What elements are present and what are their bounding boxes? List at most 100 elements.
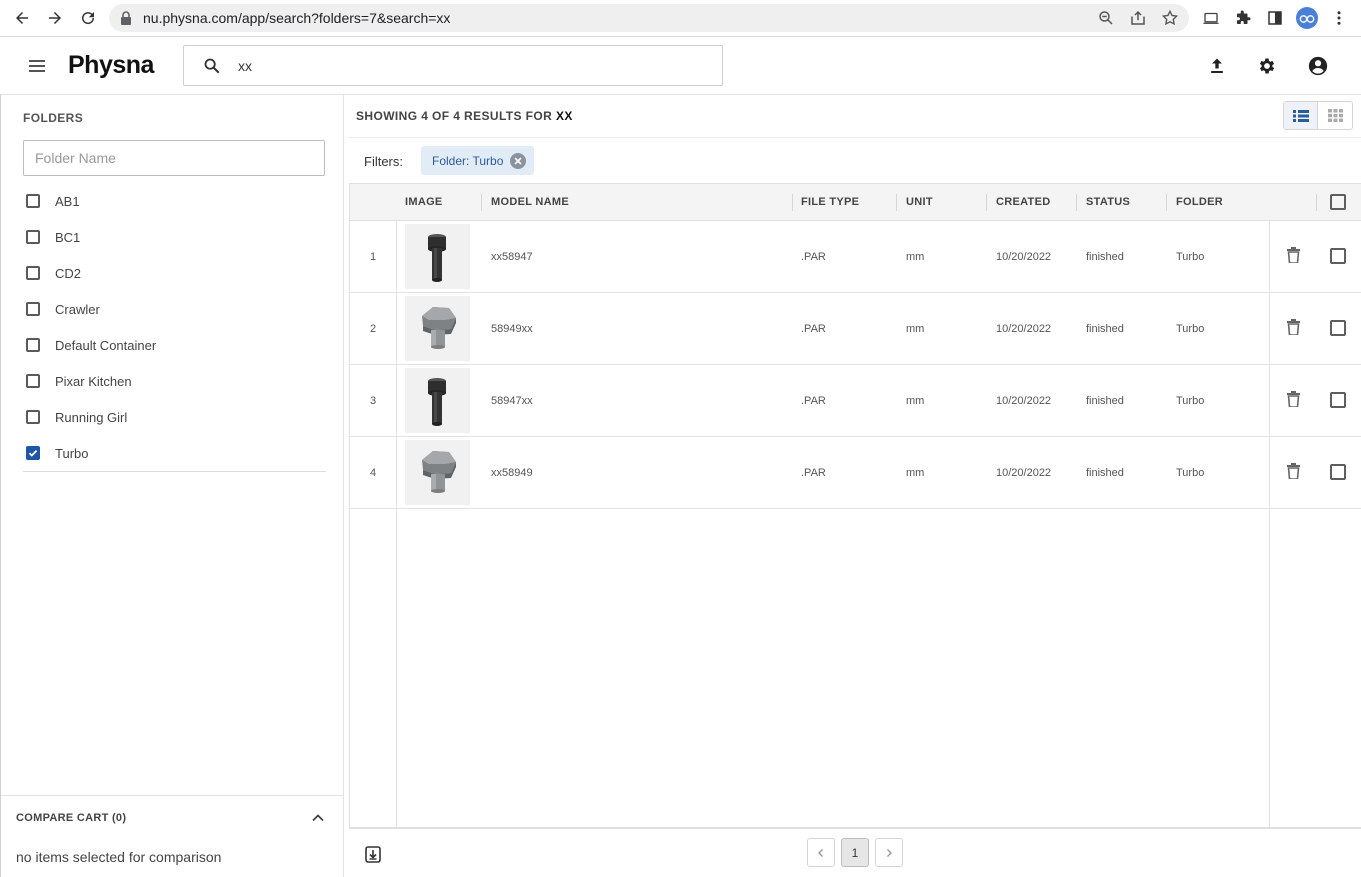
results-summary: SHOWING 4 OF 4 RESULTS FOR XX xyxy=(356,109,573,123)
row-index: 2 xyxy=(369,323,377,335)
folder-item-running-girl[interactable]: Running Girl xyxy=(23,399,326,435)
table-row[interactable]: 4 xx58949 .PAR mm 10/20/2022 finished Tu… xyxy=(350,437,1361,509)
reload-icon[interactable] xyxy=(76,7,100,29)
zoom-icon[interactable] xyxy=(1097,9,1115,27)
folder-checkbox-checked[interactable] xyxy=(26,446,40,460)
column-header-file-type[interactable]: FILE TYPE xyxy=(801,196,859,208)
model-name[interactable]: 58949xx xyxy=(491,323,533,335)
back-icon[interactable] xyxy=(10,7,34,29)
list-view-icon[interactable] xyxy=(1284,102,1319,129)
folder-item-cd2[interactable]: CD2 xyxy=(23,255,326,291)
delete-trash-icon[interactable] xyxy=(1287,319,1300,335)
row-select-checkbox[interactable] xyxy=(1330,392,1346,408)
model-thumbnail[interactable] xyxy=(405,224,470,289)
next-page-button[interactable] xyxy=(875,838,903,867)
file-type: .PAR xyxy=(801,395,826,407)
delete-trash-icon[interactable] xyxy=(1287,247,1300,263)
model-name[interactable]: xx58949 xyxy=(491,467,533,479)
delete-trash-icon[interactable] xyxy=(1287,463,1300,479)
status: finished xyxy=(1086,323,1124,335)
folder-item-turbo[interactable]: Turbo xyxy=(23,435,326,471)
search-input[interactable] xyxy=(238,56,698,76)
folder-item-pixar-kitchen[interactable]: Pixar Kitchen xyxy=(23,363,326,399)
results-summary-text: SHOWING 4 OF 4 RESULTS FOR xyxy=(356,109,553,123)
folder-checkbox[interactable] xyxy=(26,338,40,352)
folder-checkbox[interactable] xyxy=(26,266,40,280)
chevron-up-icon[interactable] xyxy=(310,810,326,826)
column-header-unit[interactable]: UNIT xyxy=(906,196,933,208)
remove-filter-icon[interactable] xyxy=(510,152,527,169)
account-circle-icon[interactable] xyxy=(1306,54,1330,78)
row-index: 3 xyxy=(369,395,377,407)
compare-cart-message: no items selected for comparison xyxy=(16,849,222,865)
folder-checkbox[interactable] xyxy=(26,194,40,208)
hamburger-menu-icon[interactable] xyxy=(25,54,49,78)
physna-logo[interactable]: Physna xyxy=(68,51,154,80)
unit: mm xyxy=(906,395,925,407)
folder-checkbox[interactable] xyxy=(26,410,40,424)
filters-label: Filters: xyxy=(364,154,403,169)
bolt-dark-icon xyxy=(428,234,446,282)
model-name[interactable]: 58947xx xyxy=(491,395,533,407)
search-box[interactable] xyxy=(183,45,723,86)
table-row[interactable]: 2 58949xx .PAR mm 10/20/2022 finished Tu… xyxy=(350,293,1361,365)
view-toggle xyxy=(1283,101,1353,130)
pagination-bar: 1 xyxy=(349,828,1361,877)
folder-checkbox[interactable] xyxy=(26,302,40,316)
model-thumbnail[interactable] xyxy=(405,296,470,361)
row-select-checkbox[interactable] xyxy=(1330,464,1346,480)
profile-avatar-icon[interactable] xyxy=(1296,7,1318,29)
status: finished xyxy=(1086,395,1124,407)
folder-item-crawler[interactable]: Crawler xyxy=(23,291,326,327)
folders-heading: FOLDERS xyxy=(23,111,84,125)
bookmark-star-icon[interactable] xyxy=(1161,9,1179,27)
row-select-checkbox[interactable] xyxy=(1330,248,1346,264)
previous-page-button[interactable] xyxy=(807,838,835,867)
page-button-current[interactable]: 1 xyxy=(841,838,869,867)
column-header-created[interactable]: CREATED xyxy=(996,196,1050,208)
filter-chip[interactable]: Folder: Turbo xyxy=(421,146,535,175)
created-date: 10/20/2022 xyxy=(996,395,1052,407)
browser-toolbar: nu.physna.com/app/search?folders=7&searc… xyxy=(0,0,1361,37)
grid-view-icon[interactable] xyxy=(1318,102,1352,129)
download-export-icon[interactable] xyxy=(365,846,381,863)
folder-name-filter-input[interactable] xyxy=(23,140,325,176)
unit: mm xyxy=(906,323,925,335)
folder-label: Running Girl xyxy=(55,409,128,425)
results-panel: SHOWING 4 OF 4 RESULTS FOR XX Filters: F… xyxy=(349,95,1361,877)
status: finished xyxy=(1086,467,1124,479)
folder-item-default-container[interactable]: Default Container xyxy=(23,327,326,363)
table-row[interactable]: 3 58947xx .PAR mm 10/20/2022 finished Tu… xyxy=(350,365,1361,437)
folder: Turbo xyxy=(1176,395,1205,407)
folder-item-ab1[interactable]: AB1 xyxy=(23,183,326,219)
table-row[interactable]: 1 xx58947 .PAR mm 10/20/2022 finished Tu… xyxy=(350,221,1361,293)
folder-checkbox[interactable] xyxy=(26,374,40,388)
delete-trash-icon[interactable] xyxy=(1287,391,1300,407)
extensions-icon[interactable] xyxy=(1231,7,1255,29)
side-panel-icon[interactable] xyxy=(1263,7,1287,29)
settings-gear-icon[interactable] xyxy=(1255,54,1279,78)
folder-label: AB1 xyxy=(55,193,80,209)
forward-icon[interactable] xyxy=(43,7,67,29)
column-header-status[interactable]: STATUS xyxy=(1086,196,1130,208)
compare-cart-title[interactable]: COMPARE CART (0) xyxy=(16,812,126,824)
browser-menu-icon[interactable] xyxy=(1327,7,1351,29)
folder-checkbox[interactable] xyxy=(26,230,40,244)
column-header-image[interactable]: IMAGE xyxy=(405,196,443,208)
folder-item-bc1[interactable]: BC1 xyxy=(23,219,326,255)
cast-icon[interactable] xyxy=(1199,7,1223,29)
row-select-checkbox[interactable] xyxy=(1330,320,1346,336)
address-bar[interactable]: nu.physna.com/app/search?folders=7&searc… xyxy=(109,4,1189,32)
upload-icon[interactable] xyxy=(1205,54,1229,78)
model-thumbnail[interactable] xyxy=(405,440,470,505)
model-name[interactable]: xx58947 xyxy=(491,251,533,263)
model-thumbnail[interactable] xyxy=(405,368,470,433)
column-header-folder[interactable]: FOLDER xyxy=(1176,196,1223,208)
select-all-checkbox[interactable] xyxy=(1330,194,1346,210)
search-icon xyxy=(203,57,221,75)
status: finished xyxy=(1086,251,1124,263)
column-header-model-name[interactable]: MODEL NAME xyxy=(491,196,569,208)
folder-label: Default Container xyxy=(55,337,157,353)
share-icon[interactable] xyxy=(1129,9,1147,27)
results-table: IMAGE MODEL NAME FILE TYPE UNIT CREATED … xyxy=(349,183,1361,829)
